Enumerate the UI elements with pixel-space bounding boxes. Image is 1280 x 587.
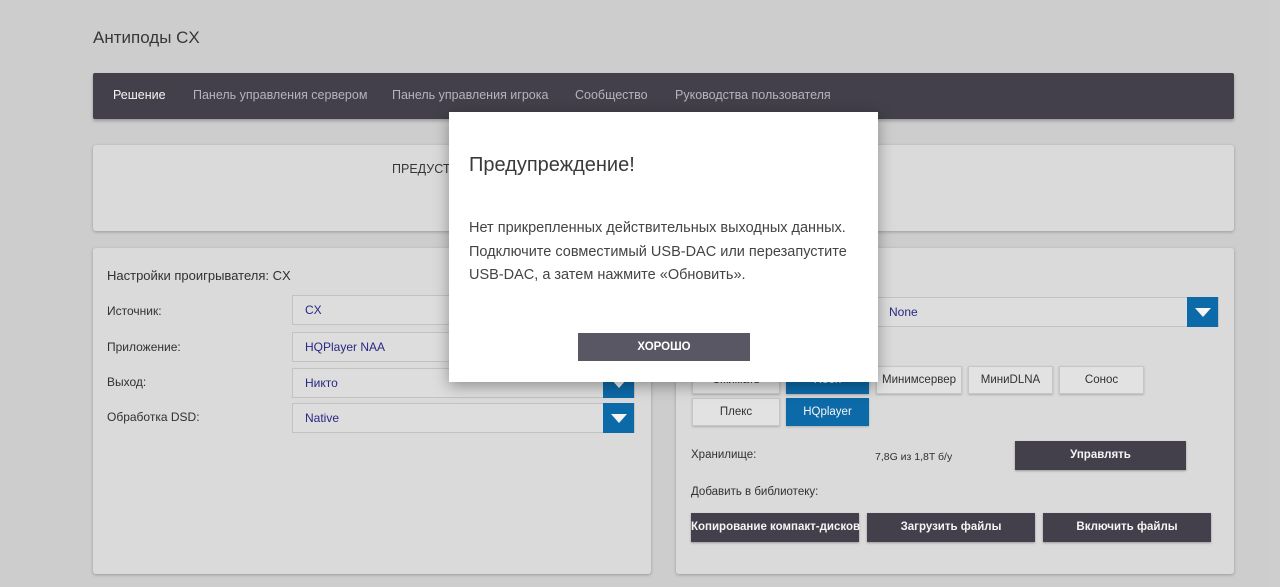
modal-title: Предупреждение!	[469, 154, 635, 176]
modal-message: Нет прикрепленных действительных выходны…	[469, 220, 847, 283]
ok-button[interactable]: ХОРОШО	[578, 333, 750, 361]
warning-modal: Предупреждение! Нет прикрепленных действ…	[449, 112, 878, 382]
